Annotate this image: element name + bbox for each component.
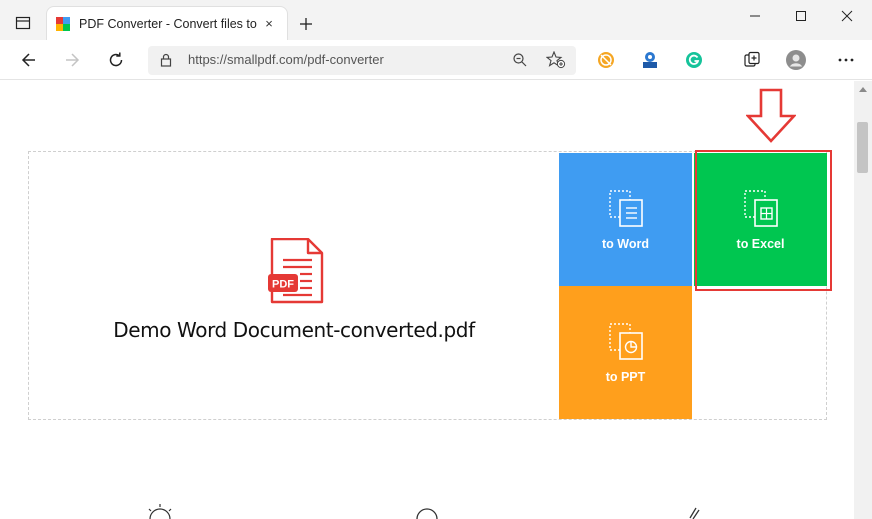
refresh-icon (109, 52, 123, 67)
add-favorite-icon[interactable] (546, 51, 566, 69)
smallpdf-favicon-icon (56, 16, 70, 31)
more-icon (838, 58, 854, 62)
refresh-button[interactable] (102, 46, 130, 74)
scroll-up-icon[interactable] (859, 87, 867, 92)
pdf-label: PDF (272, 279, 294, 291)
tab-actions-button[interactable] (10, 10, 36, 36)
forward-arrow-icon (66, 53, 80, 67)
tab-actions-icon (15, 16, 31, 30)
lightbulb-icon (148, 504, 172, 519)
word-doc-icon (608, 189, 643, 227)
zoom-icon[interactable] (512, 52, 528, 68)
grammarly-icon[interactable] (682, 48, 706, 72)
address-bar[interactable]: https://smallpdf.com/pdf-converter (148, 46, 576, 75)
extension-blue-icon[interactable] (638, 48, 662, 72)
navigation-bar: https://smallpdf.com/pdf-converter (0, 40, 872, 80)
back-arrow-icon (21, 53, 35, 67)
ppt-doc-icon (608, 322, 643, 360)
extension-orange-icon[interactable] (594, 48, 618, 72)
tab-title: PDF Converter - Convert files to (79, 16, 257, 31)
minimize-button[interactable] (732, 0, 778, 32)
feature-icons-row (148, 504, 700, 519)
highlight-annotation-box (695, 150, 832, 291)
url-text: https://smallpdf.com/pdf-converter (188, 52, 384, 67)
maximize-icon (796, 11, 806, 21)
title-bar: PDF Converter - Convert files to × (0, 0, 872, 40)
collections-icon[interactable] (740, 48, 764, 72)
down-arrow-icon (746, 88, 796, 143)
minimize-icon (750, 15, 760, 17)
back-button[interactable] (15, 46, 43, 74)
vertical-scrollbar[interactable] (854, 81, 872, 519)
convert-to-word-button[interactable]: to Word (559, 153, 692, 286)
plus-icon (300, 18, 312, 30)
tab-close-button[interactable]: × (259, 14, 279, 34)
profile-avatar[interactable] (784, 48, 808, 72)
file-name: Demo Word Document-converted.pdf (113, 318, 475, 342)
scroll-thumb[interactable] (857, 122, 868, 173)
to-ppt-label: to PPT (605, 369, 646, 384)
circle-icon (416, 508, 438, 519)
close-icon (841, 10, 853, 22)
pen-icon (689, 507, 700, 519)
forward-button[interactable] (58, 46, 86, 74)
maximize-button[interactable] (778, 0, 824, 32)
new-tab-button[interactable] (294, 12, 318, 36)
lock-icon (160, 53, 172, 67)
to-word-label: to Word (602, 236, 649, 251)
browser-tab[interactable]: PDF Converter - Convert files to × (46, 6, 288, 40)
convert-to-ppt-button[interactable]: to PPT (559, 286, 692, 419)
settings-more-button[interactable] (834, 48, 858, 72)
close-window-button[interactable] (824, 0, 870, 32)
pdf-document-icon: PDF (268, 238, 324, 304)
